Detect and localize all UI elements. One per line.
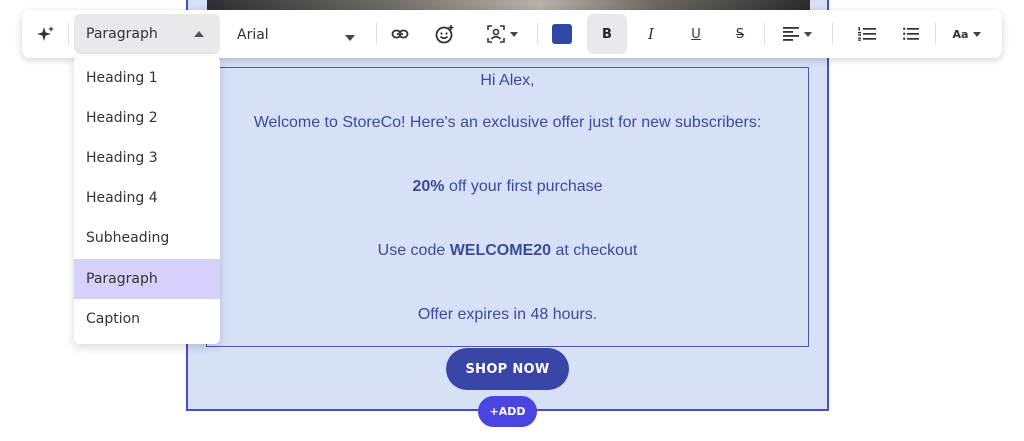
chevron-down-icon (345, 35, 355, 41)
text-style-menu: Heading 1 Heading 2 Heading 3 Heading 4 … (74, 56, 220, 344)
menu-item-heading-1[interactable]: Heading 1 (74, 58, 220, 98)
insert-emoji-button[interactable] (433, 10, 457, 58)
code-line: Use code WELCOME20 at checkout (207, 242, 808, 260)
toolbar-divider (764, 23, 765, 45)
bold-button[interactable]: B (587, 14, 627, 54)
text-style-select[interactable]: Paragraph (74, 14, 220, 54)
toolbar-divider (68, 23, 69, 45)
personalize-icon (486, 25, 505, 43)
link-icon (391, 29, 409, 39)
personalize-dropdown[interactable] (482, 10, 522, 58)
font-family-select[interactable]: Arial (227, 14, 367, 54)
align-left-icon (782, 27, 799, 41)
toolbar-divider (537, 23, 538, 45)
welcome-line: Welcome to StoreCo! Here's an exclusive … (253, 114, 762, 131)
discount-line: 20% off your first purchase (207, 178, 808, 196)
insert-link-button[interactable] (388, 10, 412, 58)
text-formatting-toolbar: Paragraph Arial B I U S Aa (22, 10, 1002, 58)
text-color-button[interactable] (550, 10, 574, 58)
add-block-button[interactable]: +ADD (478, 396, 537, 427)
expiry-line: Offer expires in 48 hours. (417, 306, 598, 323)
discount-text: off your first purchase (448, 178, 603, 195)
text-size-dropdown[interactable]: Aa (947, 10, 987, 58)
underline-button[interactable]: U (684, 10, 708, 58)
menu-item-subheading[interactable]: Subheading (74, 218, 220, 258)
numbered-list-icon (858, 27, 876, 41)
numbered-list-button[interactable] (855, 10, 879, 58)
toolbar-divider (935, 23, 936, 45)
menu-item-heading-2[interactable]: Heading 2 (74, 98, 220, 138)
discount-amount: 20% (412, 178, 445, 195)
email-text-block[interactable]: Hi Alex, Welcome to StoreCo! Here's an e… (206, 67, 809, 347)
text-style-value: Paragraph (86, 26, 158, 42)
bullet-list-icon (903, 27, 919, 40)
text-color-swatch (552, 24, 572, 44)
menu-item-heading-4[interactable]: Heading 4 (74, 178, 220, 218)
menu-item-caption[interactable]: Caption (74, 299, 220, 339)
menu-item-paragraph[interactable]: Paragraph (74, 259, 220, 299)
emoji-icon (435, 25, 454, 44)
toolbar-divider (832, 23, 833, 45)
code-suffix: at checkout (555, 242, 638, 259)
sparkle-icon (37, 26, 54, 41)
shop-now-button[interactable]: SHOP NOW (446, 348, 569, 390)
italic-button[interactable]: I (639, 10, 663, 58)
caret-up-icon (194, 31, 204, 37)
toolbar-divider (376, 23, 377, 45)
menu-item-heading-3[interactable]: Heading 3 (74, 138, 220, 178)
strikethrough-button[interactable]: S (728, 10, 752, 58)
font-family-value: Arial (237, 27, 269, 43)
text-size-label: Aa (952, 27, 969, 41)
bullet-list-button[interactable] (899, 10, 923, 58)
greeting-line: Hi Alex, (480, 72, 535, 89)
promo-code: WELCOME20 (449, 242, 552, 259)
ai-assist-button[interactable] (34, 10, 58, 58)
chevron-down-icon (803, 31, 812, 37)
code-prefix: Use code (377, 242, 446, 259)
alignment-dropdown[interactable] (777, 10, 817, 58)
chevron-down-icon (973, 31, 982, 37)
chevron-down-icon (509, 31, 518, 37)
